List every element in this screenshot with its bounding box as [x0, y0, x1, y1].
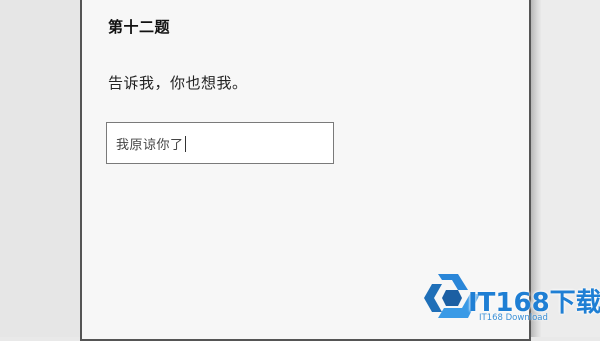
question-title: 第十二题 — [108, 18, 171, 36]
question-prompt: 告诉我，你也想我。 — [108, 74, 248, 92]
site-watermark: IT168下载站 IT168 Download — [424, 268, 600, 328]
answer-input[interactable]: 我原谅你了 — [106, 122, 334, 164]
answer-value: 我原谅你了 — [116, 138, 184, 153]
answer-input-text: 我原谅你了 — [116, 134, 186, 153]
page-background-left — [0, 0, 80, 337]
watermark-sub-text: IT168 Download — [479, 313, 548, 323]
text-caret — [184, 136, 186, 152]
